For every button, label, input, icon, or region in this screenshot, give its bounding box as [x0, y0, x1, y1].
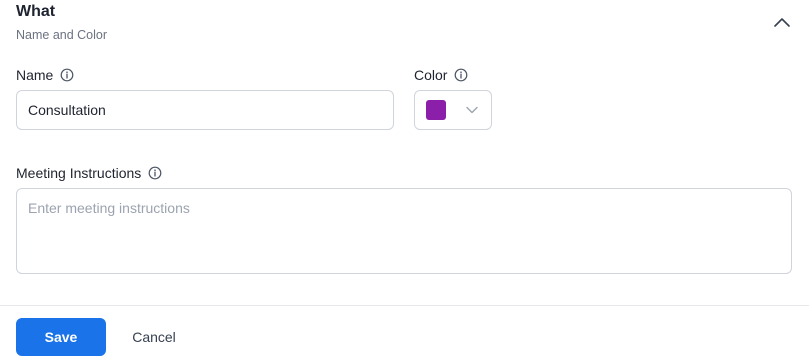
meeting-instructions-textarea[interactable] [16, 188, 792, 274]
collapse-toggle-button[interactable] [770, 10, 794, 34]
chevron-up-icon [774, 18, 790, 27]
meeting-instructions-label: Meeting Instructions [16, 164, 162, 182]
chevron-down-icon [466, 106, 478, 114]
cancel-button[interactable]: Cancel [122, 318, 186, 356]
color-select[interactable] [414, 90, 492, 130]
name-label: Name [16, 66, 74, 84]
section-title: What [16, 3, 56, 20]
section-header: What Name and Color [16, 2, 107, 42]
name-input[interactable] [16, 90, 394, 130]
info-icon[interactable] [454, 68, 468, 82]
color-swatch [426, 100, 446, 120]
name-label-text: Name [16, 67, 54, 83]
info-icon[interactable] [148, 166, 162, 180]
meeting-instructions-label-text: Meeting Instructions [16, 165, 142, 181]
info-icon[interactable] [60, 68, 74, 82]
color-label: Color [414, 66, 468, 84]
section-subtitle: Name and Color [16, 28, 108, 42]
save-button[interactable]: Save [16, 318, 106, 356]
color-label-text: Color [414, 67, 448, 83]
footer-divider [0, 305, 809, 306]
